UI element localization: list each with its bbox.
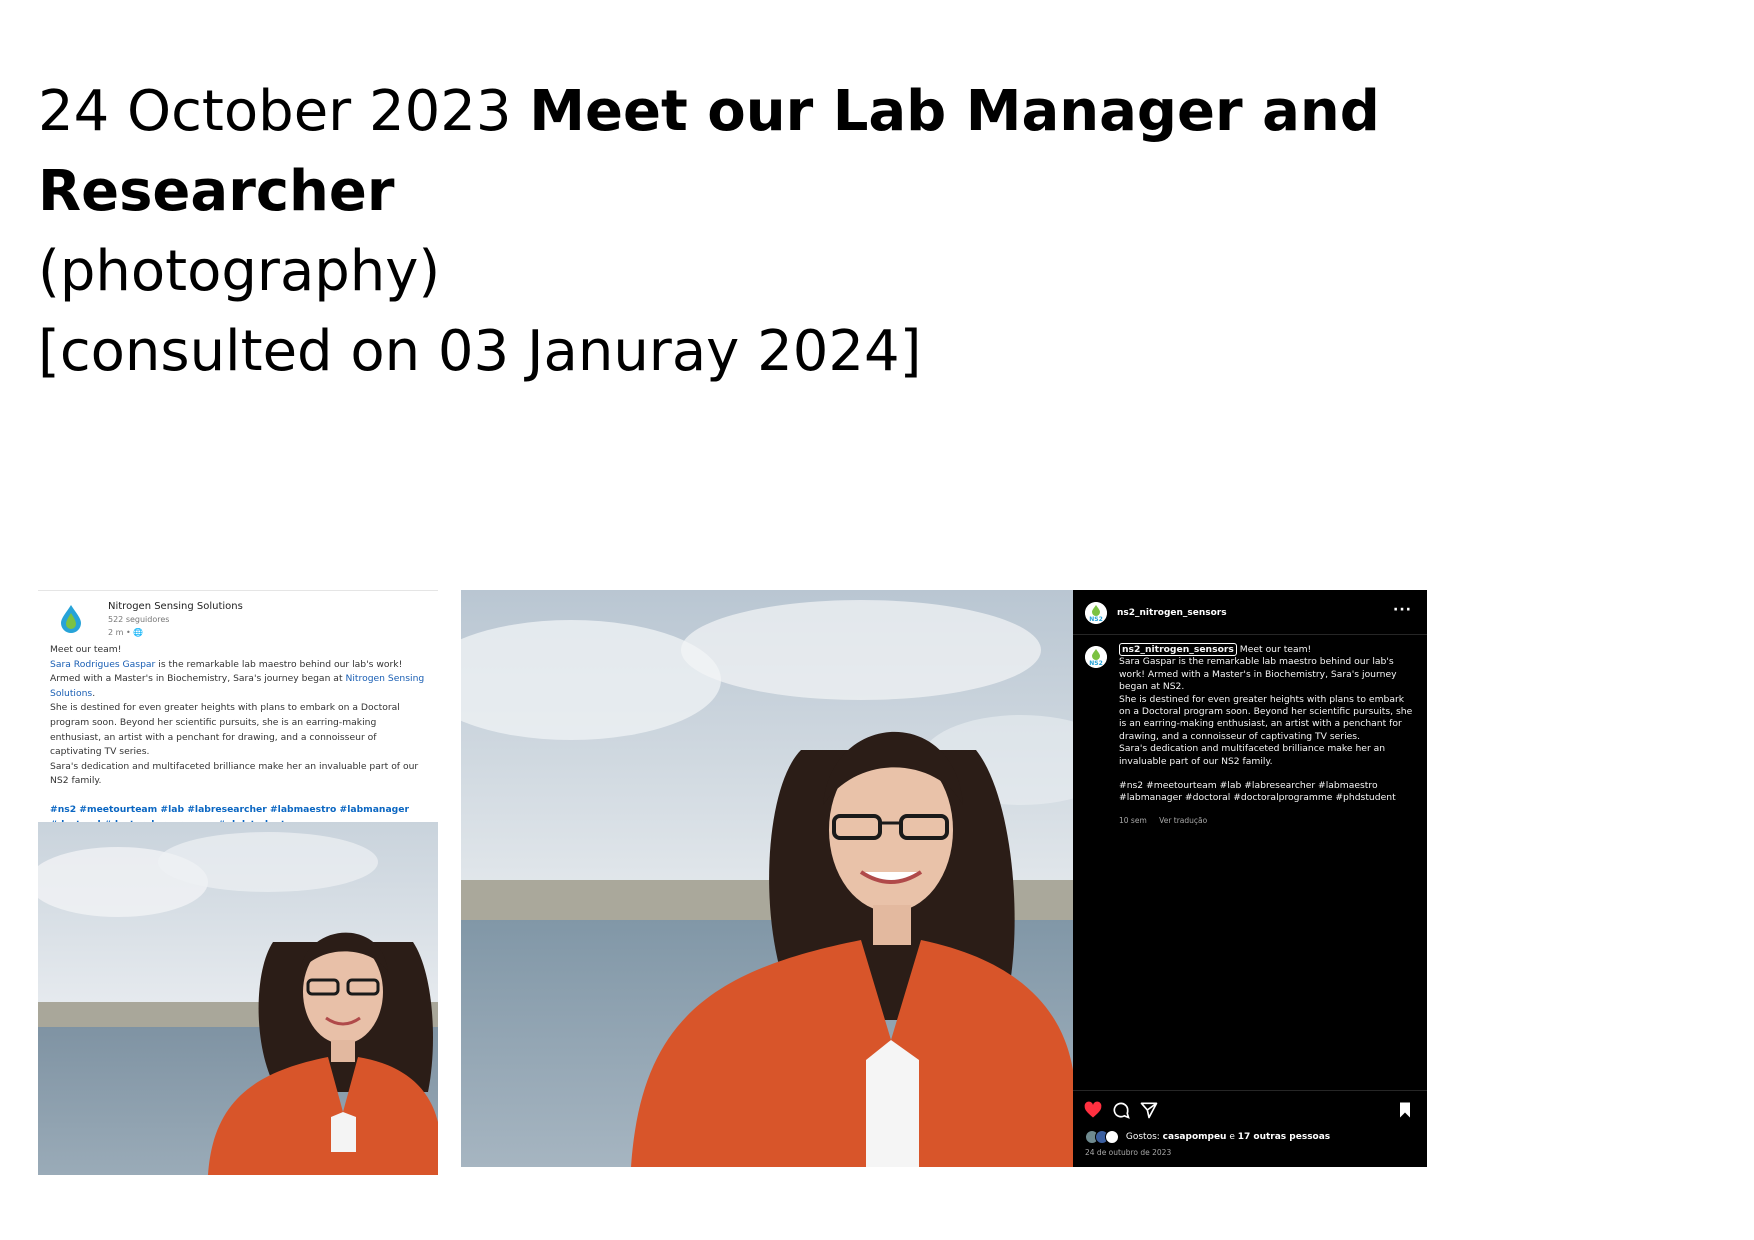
more-options-icon[interactable]: ··· — [1393, 602, 1412, 618]
company-name[interactable]: Nitrogen Sensing Solutions — [108, 601, 243, 612]
follower-count: 522 seguidores — [108, 615, 170, 624]
liker-username[interactable]: casapompeu — [1163, 1132, 1227, 1142]
post-age: 10 sem — [1119, 816, 1147, 825]
action-bar — [1083, 1100, 1417, 1122]
liker-avatar — [1105, 1130, 1119, 1144]
caption-intro: Meet our team! — [1236, 644, 1312, 655]
caption-first-line: ns2_nitrogen_sensors Meet our team! — [1119, 643, 1415, 656]
caption-avatar-icon[interactable]: NS2 — [1085, 646, 1107, 668]
post-paragraph-1b: Armed with a Master's in Biochemistry, S… — [50, 672, 426, 701]
post-text: Armed with a Master's in Biochemistry, S… — [50, 673, 346, 685]
post-time: 2 m • 🌐 — [108, 628, 144, 637]
caption-hashtags[interactable]: #ns2 #meetourteam #lab #labresearcher #l… — [1119, 780, 1415, 805]
translate-link[interactable]: Ver tradução — [1159, 816, 1207, 825]
post-paragraph-3: Sara's dedication and multifaceted brill… — [50, 760, 419, 787]
linkedin-post-text: Meet our team! Sara Rodrigues Gaspar is … — [50, 643, 426, 832]
portrait-photo[interactable] — [38, 822, 438, 1175]
likes-text: Gostos: casapompeu e 17 outras pessoas — [1126, 1132, 1330, 1142]
caption-paragraph-2: She is destined for even greater heights… — [1119, 693, 1413, 742]
avatar-label: NS2 — [1089, 616, 1103, 623]
comment-icon[interactable] — [1111, 1100, 1131, 1120]
post-paragraph-2: She is destined for even greater heights… — [50, 702, 400, 758]
bookmark-icon[interactable] — [1395, 1100, 1415, 1120]
consulted-date: [consulted on 03 Januray 2024] — [38, 319, 922, 384]
caption-meta: 10 sem Ver tradução — [1119, 816, 1217, 825]
likes-summary: Gostos: casapompeu e 17 outras pessoas — [1085, 1130, 1330, 1144]
post-intro: Meet our team! — [50, 644, 122, 655]
post-date-label: 24 de outubro de 2023 — [1085, 1148, 1172, 1157]
instagram-sidebar: NS2 ns2_nitrogen_sensors ··· NS2 ns2_nit… — [1073, 590, 1427, 1167]
instagram-post: NS2 ns2_nitrogen_sensors ··· NS2 ns2_nit… — [461, 590, 1427, 1167]
caption-paragraph-3: Sara's dedication and multifaceted brill… — [1119, 743, 1386, 767]
post-paragraph-1: Sara Rodrigues Gaspar is the remarkable … — [50, 658, 426, 673]
post-type: (photography) — [38, 239, 441, 304]
post-date: 24 October 2023 — [38, 79, 512, 144]
likes-connector: e — [1226, 1132, 1238, 1142]
caption-username[interactable]: ns2_nitrogen_sensors — [1119, 643, 1237, 656]
avatar-label: NS2 — [1089, 660, 1103, 667]
instagram-username[interactable]: ns2_nitrogen_sensors — [1117, 608, 1227, 618]
linkedin-post: Nitrogen Sensing Solutions 522 seguidore… — [38, 590, 438, 1175]
heart-icon[interactable] — [1083, 1100, 1103, 1120]
linkedin-post-header: Nitrogen Sensing Solutions 522 seguidore… — [56, 601, 426, 641]
actions-divider — [1073, 1090, 1427, 1091]
company-logo-icon[interactable] — [56, 603, 86, 633]
post-text: is the remarkable lab maestro behind our… — [155, 658, 403, 670]
post-text: . — [92, 687, 96, 699]
other-likers-link[interactable]: 17 outras pessoas — [1238, 1132, 1330, 1142]
profile-avatar-icon[interactable]: NS2 — [1085, 602, 1107, 624]
instagram-caption: ns2_nitrogen_sensors Meet our team! Sara… — [1119, 643, 1415, 805]
header-divider — [1073, 634, 1427, 635]
person-mention-link[interactable]: Sara Rodrigues Gaspar — [50, 659, 155, 670]
share-icon[interactable] — [1139, 1100, 1159, 1120]
likes-prefix: Gostos: — [1125, 1132, 1163, 1142]
caption-paragraph-1: Sara Gaspar is the remarkable lab maestr… — [1119, 656, 1397, 693]
heading-line-1: 24 October 2023 Meet our Lab Manager and… — [38, 72, 1754, 232]
portrait-photo-large[interactable] — [461, 590, 1073, 1167]
page-heading: 24 October 2023 Meet our Lab Manager and… — [38, 72, 1754, 392]
